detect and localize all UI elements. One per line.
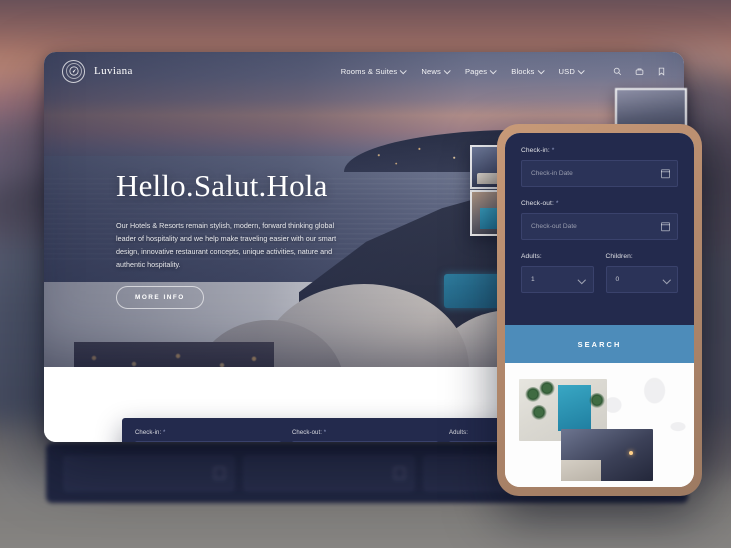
field-group-checkin: Check-in: * Check-in Date [135, 430, 281, 442]
more-info-button[interactable]: MORE INFO [116, 285, 204, 309]
tablet-children-label: Children: [605, 253, 633, 260]
nav-item-rooms-and-suites[interactable]: Rooms & Suites [340, 66, 408, 76]
chevron-down-icon[interactable] [662, 275, 671, 284]
tablet-checkout-placeholder: Check-out Date [531, 223, 577, 230]
tablet-checkout-label: Check-out: * [521, 200, 559, 207]
bookmark-icon[interactable] [657, 67, 666, 76]
hero-carousel-dots [116, 390, 161, 402]
tablet-adults-select[interactable]: 1 [521, 266, 594, 293]
calendar-icon[interactable] [661, 221, 670, 232]
nav-item-currency[interactable]: USD [558, 66, 585, 76]
checkout-label: Check-out: * [292, 430, 327, 436]
page-title: Hello.Salut.Hola [116, 168, 328, 203]
chevron-down-icon [577, 66, 585, 74]
hero-paragraph: Our Hotels & Resorts remain stylish, mod… [116, 220, 337, 270]
tablet-checkin-label: Check-in: * [521, 147, 555, 154]
top-navigation: Luviana Rooms & Suites News Pages Blocks [44, 52, 684, 90]
background-calendar-icon [214, 467, 225, 479]
field-group-checkout: Check-out: * Check-out Date [292, 430, 438, 442]
nav-item-blocks[interactable]: Blocks [511, 66, 545, 76]
palm-icon [531, 405, 547, 421]
nav-item-label: Blocks [511, 66, 535, 76]
tablet-content-area [505, 363, 694, 487]
nav-item-label: Pages [464, 66, 488, 76]
chevron-down-icon [537, 66, 545, 74]
checkout-input[interactable]: Check-out Date [292, 441, 438, 442]
tablet-adults-group: Adults: 1 [521, 253, 594, 293]
brand-logo[interactable]: Luviana [62, 59, 133, 83]
nav-item-label: News [421, 66, 441, 76]
tablet-adults-label: Adults: [521, 253, 542, 260]
carousel-dot-4[interactable] [157, 394, 161, 398]
tablet-checkin-input[interactable]: Check-in Date [521, 160, 678, 187]
circular-medallion-icon [62, 59, 85, 83]
tablet-adults-value: 1 [531, 276, 535, 283]
tablet-checkin-placeholder: Check-in Date [531, 170, 573, 177]
carousel-dot-2[interactable] [132, 394, 136, 398]
booking-form-tablet: Check-in: * Check-in Date Check-out: * C… [505, 133, 694, 325]
chevron-down-icon[interactable] [577, 275, 586, 284]
screenshot-stage: Luviana Rooms & Suites News Pages Blocks [0, 0, 731, 548]
tablet-device: Check-in: * Check-in Date Check-out: * C… [497, 124, 702, 496]
search-icon[interactable] [613, 67, 622, 76]
checkin-input[interactable]: Check-in Date [135, 441, 281, 442]
chevron-down-icon [400, 66, 408, 74]
nav-item-news[interactable]: News [421, 66, 451, 76]
chevron-down-icon [443, 66, 451, 74]
background-calendar-icon-2 [394, 467, 405, 479]
cart-icon[interactable] [635, 67, 644, 76]
tablet-children-value: 0 [615, 276, 620, 283]
background-field-checkin [64, 456, 234, 491]
palm-icon [589, 393, 605, 409]
tablet-children-select[interactable]: 0 [605, 266, 678, 293]
terrace-strip [561, 460, 602, 481]
nav-icon-group [613, 67, 666, 76]
pool-water [557, 385, 592, 432]
lamp-light [628, 450, 633, 455]
tablet-checkout-input[interactable]: Check-out Date [521, 213, 678, 240]
nav-item-pages[interactable]: Pages [464, 66, 497, 76]
background-field-checkout [244, 456, 414, 491]
carousel-dot-3[interactable] [144, 394, 149, 398]
tablet-photo-terrace[interactable] [561, 429, 653, 481]
palm-icon [539, 381, 555, 397]
tablet-screen: Check-in: * Check-in Date Check-out: * C… [505, 133, 694, 487]
nav-item-label: Rooms & Suites [340, 66, 398, 76]
checkin-label: Check-in: * [135, 430, 166, 436]
carousel-dot-1[interactable] [116, 390, 128, 402]
search-button-tablet[interactable]: SEARCH [505, 325, 694, 363]
brand-name: Luviana [94, 65, 133, 77]
calendar-icon[interactable] [661, 168, 670, 179]
nav-item-label: USD [558, 66, 575, 76]
nav-menu: Rooms & Suites News Pages Blocks USD [341, 67, 666, 76]
chevron-down-icon [489, 66, 497, 74]
hero-copy: Hello.Salut.Hola Our Hotels & Resorts re… [116, 168, 416, 309]
tablet-guests-row: Adults: 1 Children: 0 [521, 253, 678, 293]
tablet-children-group: Children: 0 [605, 253, 678, 293]
